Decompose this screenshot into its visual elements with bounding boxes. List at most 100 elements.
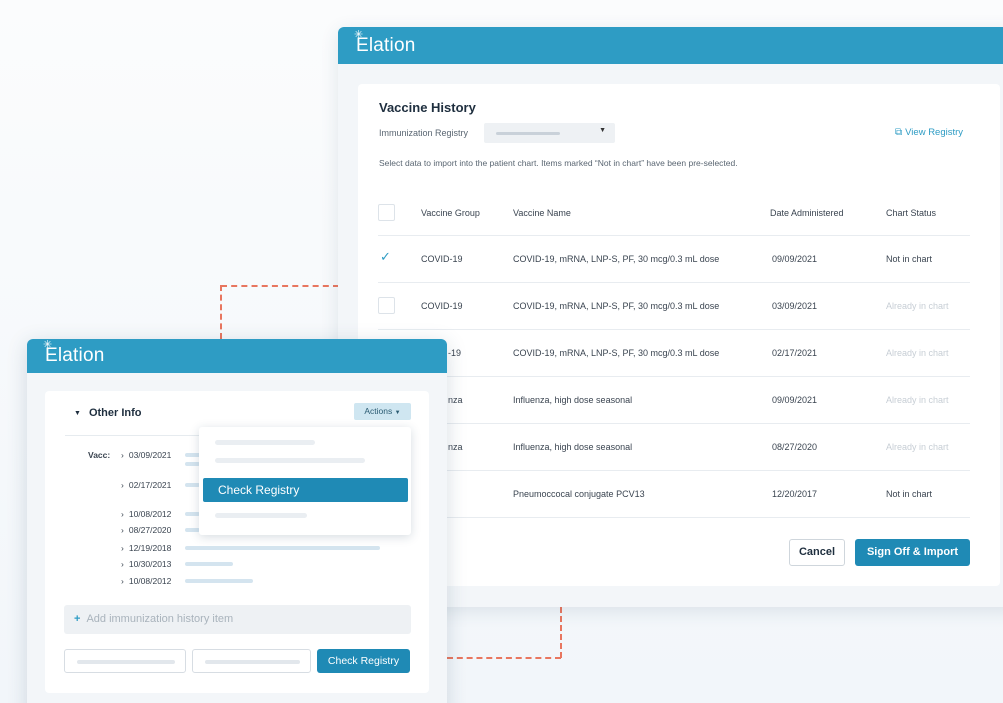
connector-line-top xyxy=(221,285,339,287)
vaccine-date: 08/27/2020 xyxy=(128,525,172,535)
vaccine-date: 10/08/2012 xyxy=(128,509,172,519)
row-divider xyxy=(378,376,970,377)
row-checkbox[interactable] xyxy=(378,297,395,314)
view-registry-link[interactable]: ⧉ View Registry xyxy=(895,127,963,138)
sign-off-import-button[interactable]: Sign Off & Import xyxy=(855,539,970,566)
row-divider xyxy=(378,470,970,471)
vaccine-date: 12/19/2018 xyxy=(128,543,172,553)
caret-down-icon: ▼ xyxy=(599,127,606,134)
add-immunization-input[interactable]: + Add immunization history item xyxy=(64,605,411,634)
cell-status: Already in chart xyxy=(886,395,949,405)
cell-vaccine-name: COVID-19, mRNA, LNP-S, PF, 30 mcg/0.3 mL… xyxy=(513,254,720,264)
cancel-button[interactable]: Cancel xyxy=(789,539,845,566)
placeholder-bar xyxy=(185,579,253,583)
row-checkbox[interactable]: ✓ xyxy=(378,249,395,267)
placeholder-bar xyxy=(185,462,200,466)
elation-logo: ✳ Elation xyxy=(43,339,105,367)
connector-line-right xyxy=(560,607,562,658)
vaccine-date-item[interactable]: › 10/08/2012 xyxy=(121,509,171,519)
column-header-date-administered: Date Administered xyxy=(770,208,844,218)
cell-date: 12/20/2017 xyxy=(772,489,818,499)
vaccine-date-item[interactable]: › 12/19/2018 xyxy=(121,543,171,553)
select-all-checkbox[interactable] xyxy=(378,204,395,221)
vaccine-date: 03/09/2021 xyxy=(128,450,172,460)
cell-vaccine-group: COVID-19 xyxy=(421,254,463,264)
cell-vaccine-name: Influenza, high dose seasonal xyxy=(513,442,633,452)
plus-icon: + xyxy=(74,613,81,625)
column-header-vaccine-name: Vaccine Name xyxy=(513,208,571,218)
row-divider xyxy=(378,282,970,283)
add-immunization-placeholder: Add immunization history item xyxy=(86,613,234,625)
field-placeholder xyxy=(77,660,175,664)
caret-down-icon: ▼ xyxy=(74,410,81,417)
registry-label: Immunization Registry xyxy=(379,128,469,138)
chevron-right-icon: › xyxy=(121,480,124,490)
cell-date: 02/17/2021 xyxy=(772,348,818,358)
cell-vaccine-name: COVID-19, mRNA, LNP-S, PF, 30 mcg/0.3 mL… xyxy=(513,301,720,311)
cell-vaccine-group: COVID-19 xyxy=(421,301,463,311)
other-info-window: ✳ Elation ▼ Other Info Actions ▼ Vacc: › 0… xyxy=(27,339,447,703)
chevron-right-icon: › xyxy=(121,559,124,569)
menu-item-check-registry[interactable]: Check Registry xyxy=(203,478,408,502)
window-header: ✳ Elation xyxy=(27,339,447,373)
cell-vaccine-name: COVID-19, mRNA, LNP-S, PF, 30 mcg/0.3 mL… xyxy=(513,348,720,358)
external-link-icon: ⧉ xyxy=(895,127,903,138)
vaccine-date-item[interactable]: › 03/09/2021 xyxy=(121,450,171,460)
logo-text: Elation xyxy=(356,34,416,56)
sparkle-logo-icon: ✳ xyxy=(43,339,53,351)
row-divider xyxy=(378,517,970,518)
menu-item-placeholder[interactable] xyxy=(215,458,365,463)
chevron-right-icon: › xyxy=(121,509,124,519)
actions-label: Actions xyxy=(364,406,393,416)
connector-line-bottom xyxy=(447,657,561,659)
actions-button[interactable]: Actions ▼ xyxy=(354,403,411,420)
vaccine-date: 02/17/2021 xyxy=(128,480,172,490)
cell-date: 09/09/2021 xyxy=(772,395,818,405)
vaccine-date-item[interactable]: › 10/08/2012 xyxy=(121,576,171,586)
registry-field-2[interactable] xyxy=(192,649,311,673)
menu-item-placeholder[interactable] xyxy=(215,513,307,518)
check-icon: ✓ xyxy=(380,249,391,264)
cell-date: 08/27/2020 xyxy=(772,442,818,452)
cell-vaccine-group: -19 xyxy=(448,348,462,358)
row-divider xyxy=(378,329,970,330)
placeholder-bar xyxy=(185,562,233,566)
registry-select[interactable]: ▼ xyxy=(484,123,615,143)
row-divider xyxy=(378,423,970,424)
vacc-label: Vacc: xyxy=(88,450,111,460)
vaccine-date: 10/08/2012 xyxy=(128,576,172,586)
column-header-chart-status: Chart Status xyxy=(886,208,937,218)
cell-date: 03/09/2021 xyxy=(772,301,818,311)
section-title-label: Other Info xyxy=(88,407,142,419)
chevron-right-icon: › xyxy=(121,525,124,535)
connector-line-left xyxy=(220,285,222,339)
sparkle-logo-icon: ✳ xyxy=(354,28,364,41)
cell-status: Not in chart xyxy=(886,254,933,264)
page-title: Vaccine History xyxy=(379,100,476,115)
cell-vaccine-name: Influenza, high dose seasonal xyxy=(513,395,633,405)
placeholder-bar xyxy=(185,512,200,516)
vaccine-date-item[interactable]: › 08/27/2020 xyxy=(121,525,171,535)
vaccine-date-item[interactable]: › 10/30/2013 xyxy=(121,559,171,569)
check-registry-button[interactable]: Check Registry xyxy=(317,649,410,673)
cell-status: Already in chart xyxy=(886,301,949,311)
logo-text: Elation xyxy=(45,345,105,366)
vaccine-date-item[interactable]: › 02/17/2021 xyxy=(121,480,171,490)
cell-status: Not in chart xyxy=(886,489,933,499)
elation-logo: ✳ Elation xyxy=(354,29,416,57)
registry-field-1[interactable] xyxy=(64,649,186,673)
field-placeholder xyxy=(205,660,300,664)
placeholder-bar xyxy=(185,483,200,487)
window-header: ✳ Elation xyxy=(338,27,1003,64)
chevron-right-icon: › xyxy=(121,543,124,553)
cell-vaccine-group: nza xyxy=(448,395,463,405)
section-title[interactable]: ▼ Other Info xyxy=(74,407,142,419)
vaccine-date: 10/30/2013 xyxy=(128,559,172,569)
caret-down-icon: ▼ xyxy=(394,410,401,416)
header-divider xyxy=(378,235,970,236)
menu-item-placeholder[interactable] xyxy=(215,440,315,445)
column-header-vaccine-group: Vaccine Group xyxy=(421,208,480,218)
cell-date: 09/09/2021 xyxy=(772,254,818,264)
placeholder-bar xyxy=(185,528,200,532)
instructions-text: Select data to import into the patient c… xyxy=(379,158,738,168)
